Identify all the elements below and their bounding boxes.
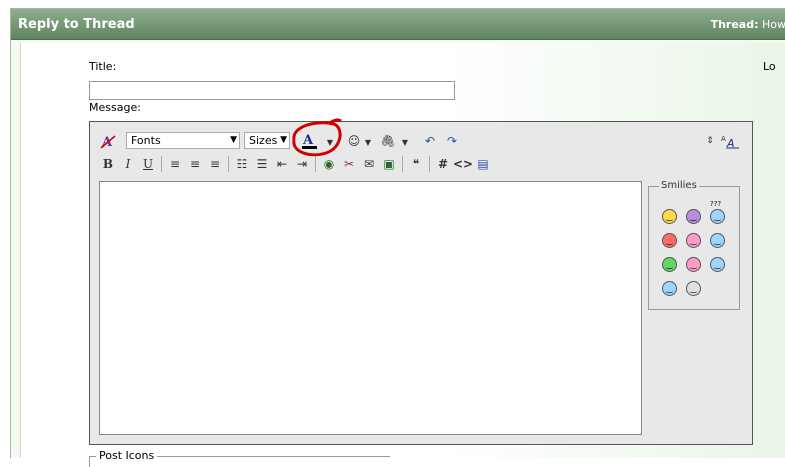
smiley-tongue-icon[interactable]: ‿ (686, 257, 701, 272)
message-editor: A Fonts▼ Sizes▼ A ▼ ☺ ▼ 🖇 ▼ ↶ ↷ ⇕ (89, 118, 753, 445)
smiley-rolleyes-icon[interactable]: ‿ (710, 257, 725, 272)
php-icon[interactable]: ▤ (473, 154, 493, 174)
image-icon[interactable]: ▣ (379, 154, 399, 174)
smiley-wink-icon[interactable]: ‿ (710, 233, 725, 248)
smiley-redface-icon[interactable]: ‿ (686, 233, 701, 248)
form-content: Title: Lo Message: A Fonts▼ Sizes▼ A ▼ ☺ (20, 43, 785, 467)
smiley-cool-icon[interactable]: ‿ (662, 281, 677, 296)
bold-icon[interactable]: B (98, 154, 118, 174)
align-right-icon[interactable]: ≡ (205, 154, 225, 174)
side-label: Lo (763, 60, 776, 73)
resize-icon[interactable]: ⇕ (700, 131, 720, 151)
message-label: Message: (89, 101, 141, 114)
message-textarea[interactable] (99, 181, 642, 435)
smiley-smile-icon[interactable]: ‿ (662, 209, 677, 224)
redo-icon[interactable]: ↷ (442, 131, 462, 151)
smilies-legend: Smilies (659, 180, 699, 191)
link-icon[interactable]: ◉ (319, 154, 339, 174)
title-input[interactable] (89, 81, 455, 100)
italic-icon[interactable]: I (118, 154, 138, 174)
toolbar-separator (402, 156, 403, 172)
reply-panel: Reply to Thread Thread: How Title: Lo Me… (10, 8, 785, 467)
post-icons-fieldset: Post Icons (89, 449, 390, 467)
smiley-caption: ??? (710, 200, 722, 208)
thread-label: Thread: How (710, 18, 785, 31)
smiley-mad-icon[interactable]: ‿ (662, 233, 677, 248)
panel-header: Reply to Thread Thread: How (11, 9, 785, 40)
switch-mode-icon[interactable]: AA (720, 131, 740, 151)
hash-icon[interactable]: # (433, 154, 453, 174)
svg-text:A: A (721, 135, 726, 143)
underline-icon[interactable]: U (138, 154, 158, 174)
font-select[interactable]: Fonts ▼ (126, 132, 240, 149)
smilies-box: Smilies ‿ ‿ ‿??? ‿ ‿ ‿ ‿ ‿ ‿ ‿ ‿ (648, 180, 740, 310)
unordered-list-icon[interactable]: ☰ (252, 154, 272, 174)
email-icon[interactable]: ✉ (359, 154, 379, 174)
ordered-list-icon[interactable]: ☷ (232, 154, 252, 174)
toolbar-separator (161, 156, 162, 172)
size-select[interactable]: Sizes ▼ (244, 132, 290, 149)
formatting-toolbar: B I U ≡ ≡ ≡ ☷ ☰ ⇤ ⇥ ◉ ✂ ✉ ▣ ❝ # <> ▤ (98, 153, 493, 175)
align-left-icon[interactable]: ≡ (165, 154, 185, 174)
align-center-icon[interactable]: ≡ (185, 154, 205, 174)
attachment-dropdown-icon[interactable]: ▼ (395, 132, 415, 152)
code-icon[interactable]: <> (453, 154, 473, 174)
remove-format-icon[interactable]: A (98, 131, 118, 151)
panel-title: Reply to Thread (18, 17, 135, 32)
title-label: Title: (89, 60, 117, 73)
undo-icon[interactable]: ↶ (420, 131, 440, 151)
quote-icon[interactable]: ❝ (406, 154, 426, 174)
svg-text:A: A (726, 137, 735, 149)
smiley-dropdown-icon[interactable]: ▼ (358, 132, 378, 152)
unlink-icon[interactable]: ✂ (339, 154, 359, 174)
smiley-frown-icon[interactable]: ‿ (686, 209, 701, 224)
smiley-biggrin-icon[interactable]: ‿ (662, 257, 677, 272)
indent-icon[interactable]: ⇥ (292, 154, 312, 174)
post-icons-label: Post Icons (96, 449, 158, 462)
toolbar-separator (315, 156, 316, 172)
smiley-confused-icon[interactable]: ‿ (710, 209, 725, 224)
outdent-icon[interactable]: ⇤ (272, 154, 292, 174)
smiley-eek-icon[interactable]: ‿ (686, 281, 701, 296)
toolbar-separator (429, 156, 430, 172)
toolbar-separator (228, 156, 229, 172)
